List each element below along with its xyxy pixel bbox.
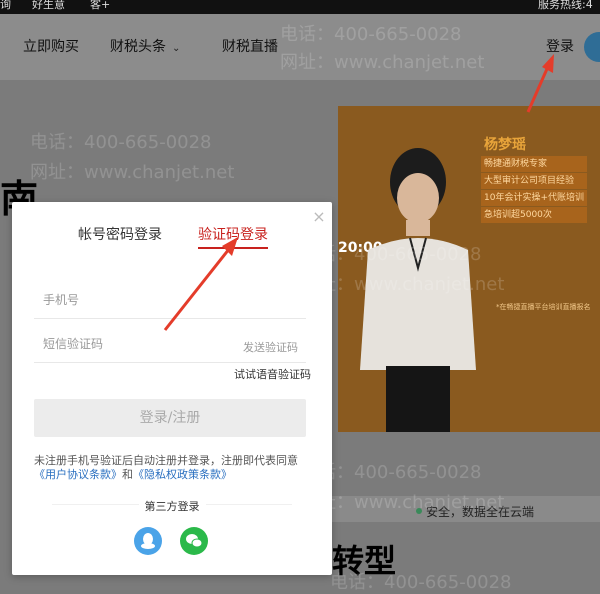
lecturer-tags: 畅捷通财税专家 大型审计公司项目经验 10年会计实操+代账培训 急培训超5000… [481,156,587,223]
section-title-fragment: 转型 [332,542,397,580]
wechat-icon[interactable] [180,527,208,555]
phone-input[interactable] [41,292,235,308]
lecturer-tag: 畅捷通财税专家 [481,156,587,172]
banner-footnote: *在畅捷直播平台培训直播报名 [496,303,591,311]
sms-code-input[interactable] [41,336,235,352]
top-bar: 询 好生意 客+ 服务热线:4 [0,0,600,14]
third-party-label: 第三方登录 [12,498,332,514]
tab-code-login[interactable]: 验证码登录 [198,224,268,249]
agreement-text: 未注册手机号验证后自动注册并登录，注册即代表同意《用户协议条款》和《隐私权政策条… [34,454,309,482]
qq-icon[interactable] [134,527,162,555]
agreement-and: 和 [122,468,133,481]
lecturer-tag: 大型审计公司项目经验 [481,173,587,189]
status-dot [416,508,422,514]
privacy-policy-link[interactable]: 《隐私权政策条款》 [133,468,232,481]
lecturer-name: 杨梦瑶 [484,137,526,153]
chevron-down-icon: ⌄ [172,43,181,54]
code-field: 发送验证码 [34,322,306,363]
login-link[interactable]: 登录 [546,36,574,56]
user-agreement-link[interactable]: 《用户协议条款》 [34,468,122,481]
nav-item-news-label: 财税头条 [110,39,166,55]
topbar-item-2[interactable]: 好生意 [32,0,65,12]
nav-item-live[interactable]: 财税直播 [222,36,278,56]
agreement-prefix: 未注册手机号验证后自动注册并登录，注册即代表同意 [34,454,298,467]
voice-code-link[interactable]: 试试语音验证码 [234,366,311,382]
login-modal: × 帐号密码登录 验证码登录 发送验证码 试试语音验证码 登录/注册 未注册手机… [12,202,332,575]
topbar-item-3[interactable]: 客+ [90,0,110,12]
third-party-label-text: 第三方登录 [138,500,206,513]
tab-password-login[interactable]: 帐号密码登录 [78,224,162,244]
lecturer-photo [360,148,476,432]
lecturer-tag: 10年会计实操+代账培训 [481,190,587,206]
close-icon[interactable]: × [309,207,329,227]
send-code-button[interactable]: 发送验证码 [243,339,298,355]
safe-text: 安全，数据全在云端 [426,505,535,519]
nav-bar [0,14,600,80]
hotline-text: 服务热线:4 [538,0,593,11]
lecturer-banner[interactable]: 杨梦瑶 畅捷通财税专家 大型审计公司项目经验 10年会计实操+代账培训 急培训超… [338,106,600,432]
nav-item-news[interactable]: 财税头条 ⌄ [110,36,180,56]
topbar-item-1[interactable]: 询 [0,0,11,12]
lecturer-tag: 急培训超5000次 [481,207,587,223]
login-register-button[interactable]: 登录/注册 [34,399,306,437]
phone-field [34,278,306,319]
nav-item-buy[interactable]: 立即购买 [23,36,79,56]
